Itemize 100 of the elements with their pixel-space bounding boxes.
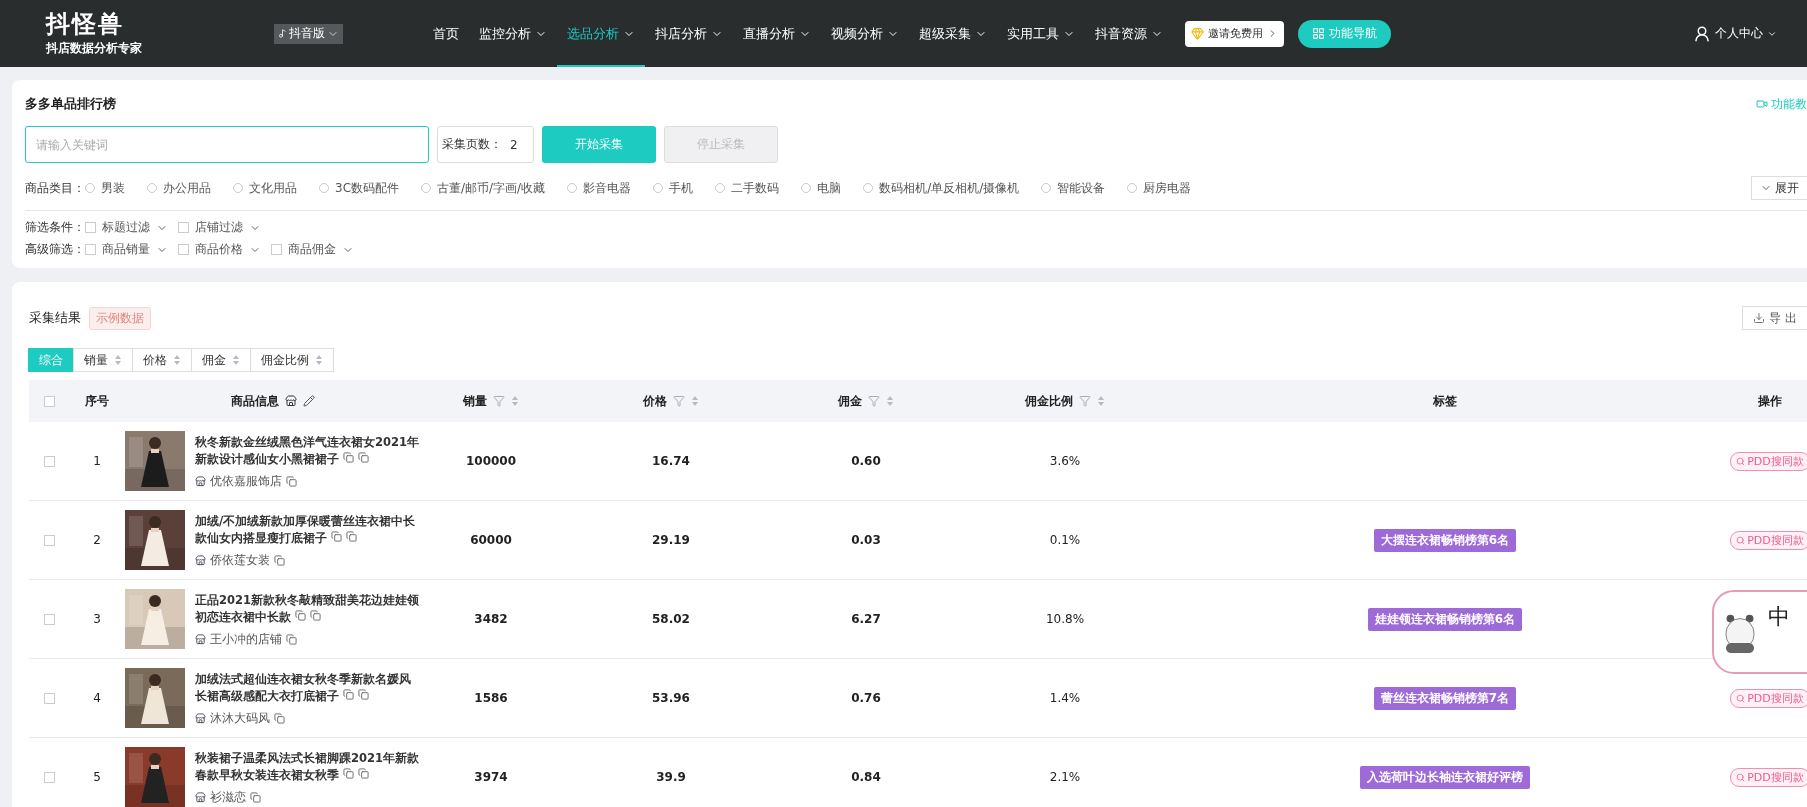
copy-icon[interactable] [331,530,342,542]
nav-item[interactable]: 超级采集 [909,0,997,67]
version-dropdown[interactable]: 抖音版 [274,23,343,44]
nav-item[interactable]: 抖音资源 [1085,0,1173,67]
panel-title: 多多单品排行榜 [25,95,116,113]
option-label: 办公用品 [163,179,211,197]
row-checkbox[interactable] [43,534,55,546]
shop-name[interactable]: 衫滋恋 [210,789,246,805]
column-header: 价格 [643,392,667,410]
select-all-checkbox[interactable] [43,395,55,407]
row-checkbox[interactable] [43,613,55,625]
radio-button[interactable] [1127,183,1138,193]
export-button[interactable]: 导 出 [1742,306,1807,330]
row-checkbox[interactable] [43,692,55,704]
shop-icon [285,395,297,407]
user-menu[interactable]: 个人中心 [1693,24,1777,43]
copy-icon[interactable] [343,688,354,700]
product-title[interactable]: 加绒法式超仙连衣裙女秋冬季新款名媛风长裙高级感配大衣打底裙子 [195,670,421,705]
row-checkbox[interactable] [43,771,55,783]
copy-icon[interactable] [274,712,285,724]
edit-icon[interactable] [303,395,315,407]
checkbox[interactable] [271,244,282,255]
pages-field[interactable]: 采集页数： 2 [437,126,534,163]
sort-icon[interactable] [114,354,122,366]
copy-icon[interactable] [358,688,370,700]
radio-button[interactable] [85,183,95,193]
sort-icon[interactable] [1097,395,1105,407]
nav-item[interactable]: 监控分析 [469,0,557,67]
commission-value: 0.84 [850,770,882,784]
radio-button[interactable] [1041,183,1052,193]
sort-tab[interactable]: 价格 [132,348,192,372]
checkbox[interactable] [178,222,189,233]
nav-item[interactable]: 直播分析 [733,0,821,67]
shop-icon [195,712,206,724]
copy-icon[interactable] [343,451,354,463]
sort-tab[interactable]: 佣金比例 [250,348,334,372]
sort-icon[interactable] [691,395,699,407]
sort-icon[interactable] [886,395,894,407]
nav-item[interactable]: 实用工具 [997,0,1085,67]
shop-name[interactable]: 沐沐大码风 [210,710,270,726]
results-title: 采集结果 [29,309,81,327]
shop-name[interactable]: 王小冲的店铺 [210,631,282,647]
copy-icon[interactable] [346,530,358,542]
copy-icon[interactable] [274,554,285,566]
product-title[interactable]: 秋装裙子温柔风法式长裙脚踝2021年新款春款早秋女装连衣裙女秋季 [195,749,421,784]
row-checkbox[interactable] [43,455,55,467]
filter-icon[interactable] [673,395,685,407]
download-icon [1753,312,1766,324]
product-title[interactable]: 秋冬新款金丝绒黑色洋气连衣裙女2021年新款设计感仙女小黑裙裙子 [195,433,421,468]
shop-name[interactable]: 优依嘉服饰店 [210,473,282,489]
filter-icon[interactable] [1079,395,1091,407]
sort-icon[interactable] [315,354,323,366]
radio-button[interactable] [319,183,329,193]
keyword-field[interactable]: 请输入关键词 [25,126,429,163]
nav-item[interactable]: 抖店分析 [645,0,733,67]
copy-icon[interactable] [286,475,297,487]
radio-button[interactable] [653,183,664,193]
product-title[interactable]: 加绒/不加绒新款加厚保暖蕾丝连衣裙中长款仙女内搭显瘦打底裙子 [195,512,421,547]
row-index: 4 [92,691,102,705]
product-title[interactable]: 正品2021新款秋冬敲精致甜美花边娃娃领初恋连衣裙中长款 [195,591,421,626]
video-icon [1756,98,1768,110]
filter-icon[interactable] [493,395,505,407]
commission-value: 6.27 [850,612,882,626]
shop-icon [195,791,206,803]
column-header: 销量 [463,392,487,410]
shop-name[interactable]: 侨依莲女装 [210,552,270,568]
checkbox[interactable] [85,244,96,255]
floating-widget[interactable]: 中 [1712,590,1807,674]
sort-icon[interactable] [232,354,240,366]
option-label: 3C数码配件 [335,179,399,197]
filter-icon[interactable] [868,395,880,407]
invite-button[interactable]: 邀请免费用 [1185,20,1284,47]
radio-button[interactable] [801,183,812,193]
logo[interactable]: 抖怪兽 [46,10,124,38]
sort-icon[interactable] [511,395,519,407]
radio-button[interactable] [421,183,431,193]
copy-icon[interactable] [250,791,261,803]
checkbox[interactable] [85,222,96,233]
radio-button[interactable] [863,183,874,193]
copy-icon[interactable] [295,609,306,621]
sort-tab[interactable]: 佣金 [191,348,251,372]
radio-button[interactable] [715,183,726,193]
radio-button[interactable] [567,183,578,193]
nav-item[interactable]: 首页 [423,0,469,67]
copy-icon[interactable] [286,633,297,645]
radio-button[interactable] [233,183,243,193]
sort-icon[interactable] [173,354,181,366]
copy-icon[interactable] [358,451,370,463]
expand-button[interactable]: 展开 [1751,176,1807,200]
shop-icon [195,633,206,645]
copy-icon[interactable] [310,609,322,621]
sort-tab[interactable]: 销量 [73,348,133,372]
column-header: 佣金 [838,392,862,410]
checkbox[interactable] [178,244,189,255]
option-label: 二手数码 [731,179,780,197]
copy-icon[interactable] [358,767,370,779]
commission-value: 0.60 [850,454,882,468]
nav-item[interactable]: 视频分析 [821,0,909,67]
copy-icon[interactable] [343,767,354,779]
radio-button[interactable] [147,183,157,193]
